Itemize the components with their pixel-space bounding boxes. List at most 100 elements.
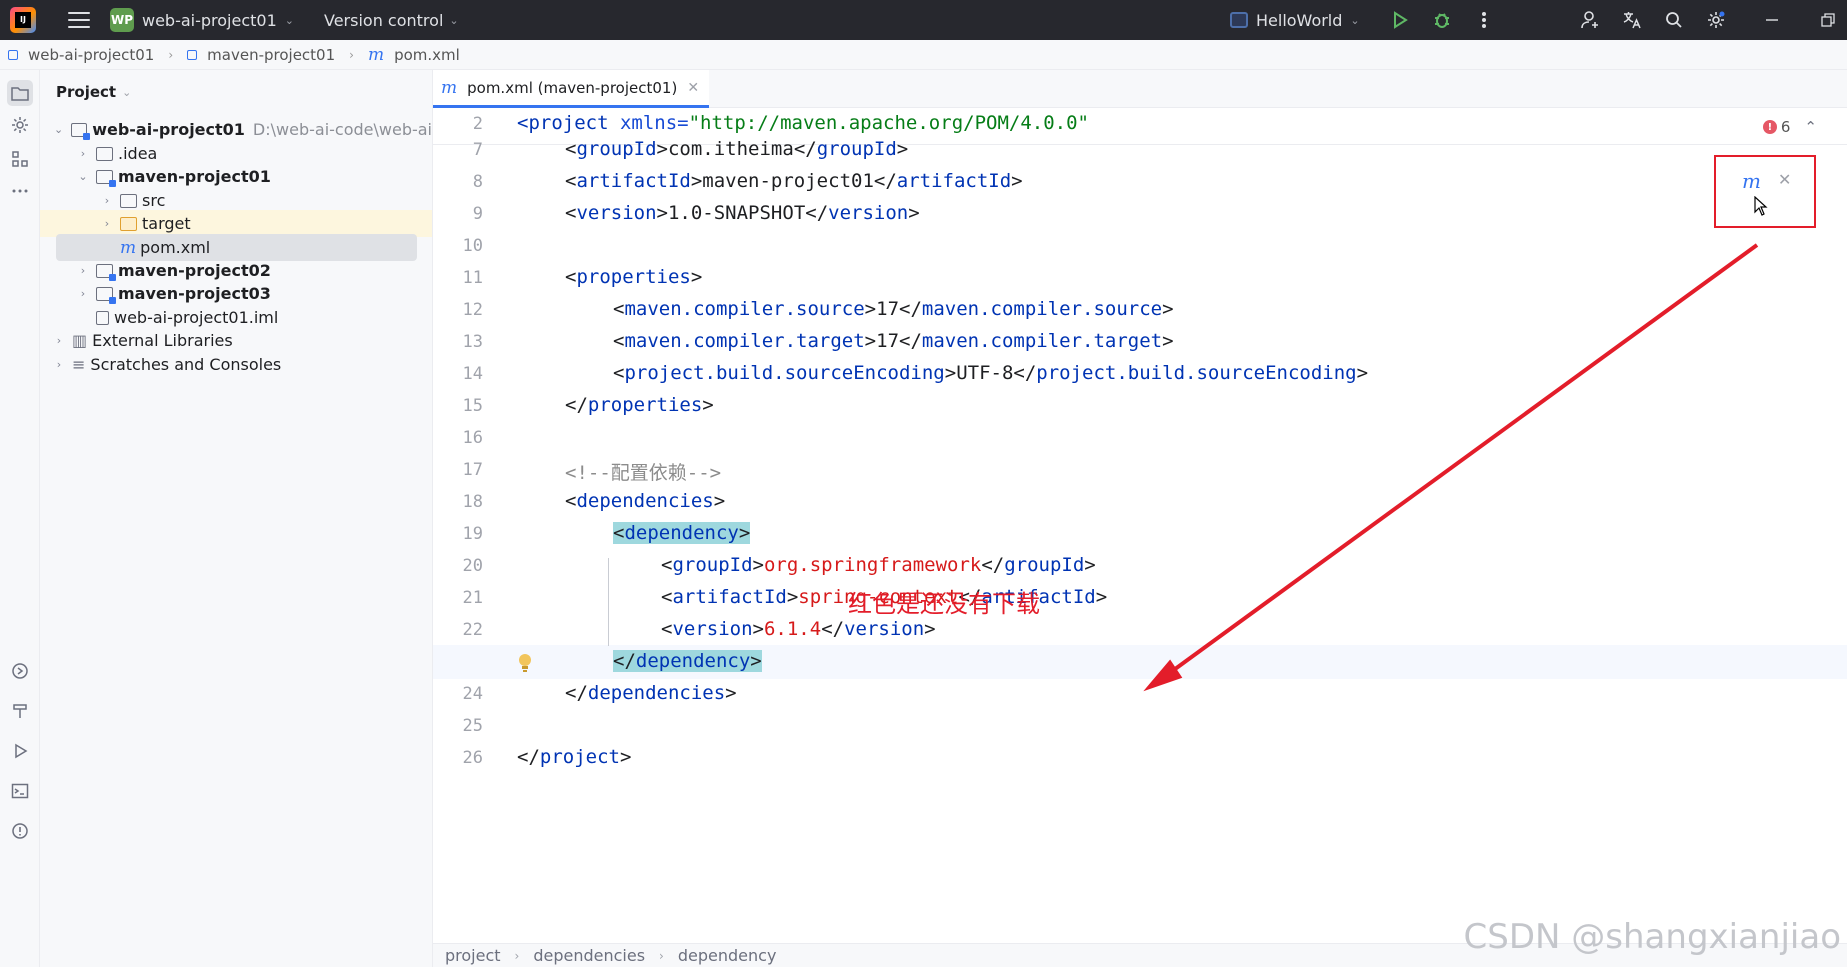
- tree-item-external-libraries[interactable]: › ▥ External Libraries: [40, 327, 432, 354]
- tree-item-label: web-ai-project01: [92, 120, 245, 139]
- more-actions-button[interactable]: [1472, 8, 1496, 32]
- tree-item-path: D:\web-ai-code\web-ai: [252, 120, 432, 139]
- version-control-menu[interactable]: Version control ⌄: [324, 11, 459, 30]
- lightbulb-icon[interactable]: [518, 653, 532, 673]
- close-icon[interactable]: ✕: [1778, 170, 1791, 189]
- project-panel: Project ⌄ ⌄ web-ai-project01 D:\web-ai-c…: [40, 70, 433, 967]
- add-user-button[interactable]: [1578, 8, 1602, 32]
- tree-item-label: Scratches and Consoles: [90, 355, 282, 374]
- chevron-down-icon[interactable]: ⌄: [52, 123, 65, 136]
- plugins-tool-button[interactable]: [7, 658, 33, 684]
- build-tool-button[interactable]: [7, 698, 33, 724]
- chevron-down-icon: ⌄: [122, 85, 132, 99]
- restore-button[interactable]: [1816, 8, 1840, 32]
- terminal-tool-button[interactable]: [7, 778, 33, 804]
- debug-icon: [1435, 13, 1449, 28]
- gear-icon: [12, 117, 28, 133]
- title-bar: IJ WP web-ai-project01 ⌄ Version control…: [0, 0, 1847, 40]
- excluded-folder-icon: [120, 216, 137, 231]
- restore-icon: [1821, 13, 1835, 27]
- chevron-right-icon[interactable]: ›: [100, 217, 114, 230]
- navigation-breadcrumb: web-ai-project01 › maven-project01 › m p…: [0, 40, 1847, 70]
- watermark: CSDN @shangxianjiao: [1463, 917, 1841, 957]
- chevron-down-icon[interactable]: ⌄: [76, 170, 90, 183]
- plugin-icon: [12, 663, 28, 679]
- more-tools-button[interactable]: [7, 178, 33, 204]
- code-line-7: <groupId>com.itheima</groupId>: [565, 138, 909, 160]
- tree-item-root[interactable]: ⌄ web-ai-project01 D:\web-ai-code\web-ai: [40, 116, 432, 143]
- hammer-icon: [13, 704, 27, 718]
- project-tool-button[interactable]: [7, 80, 33, 106]
- folder-icon: [120, 193, 137, 208]
- maven-file-icon: m: [367, 44, 385, 65]
- chevron-right-icon[interactable]: ›: [100, 194, 114, 207]
- code-editor[interactable]: 2 <project xmlns="http://maven.apache.or…: [433, 108, 1847, 943]
- translate-button[interactable]: [1620, 8, 1644, 32]
- scratches-icon: ≡: [72, 355, 86, 374]
- tree-item-maven-project03[interactable]: › maven-project03: [40, 280, 432, 307]
- debug-button[interactable]: [1430, 8, 1454, 32]
- run-tool-button[interactable]: [7, 738, 33, 764]
- structure-tool-button[interactable]: [7, 146, 33, 172]
- code-breadcrumb-item[interactable]: dependency: [678, 946, 777, 965]
- tree-item-target[interactable]: › target: [40, 210, 432, 237]
- chevron-right-icon[interactable]: ›: [76, 264, 90, 277]
- run-icon: [1394, 11, 1408, 29]
- settings-button[interactable]: [1704, 8, 1728, 32]
- search-icon: [1666, 12, 1682, 28]
- search-button[interactable]: [1662, 8, 1686, 32]
- tab-label: pom.xml (maven-project01): [467, 78, 678, 97]
- close-icon[interactable]: ✕: [687, 80, 699, 96]
- breadcrumb-item-file[interactable]: pom.xml: [394, 46, 460, 64]
- version-control-label: Version control: [324, 10, 444, 30]
- code-breadcrumb-item[interactable]: dependencies: [533, 946, 645, 965]
- code-text: <project xmlns="http://maven.apache.org/…: [517, 112, 1089, 134]
- code-line-13: <maven.compiler.target>17</maven.compile…: [613, 330, 1174, 352]
- project-switcher[interactable]: WP web-ai-project01 ⌄: [110, 8, 294, 32]
- run-button[interactable]: [1388, 8, 1412, 32]
- code-line-15: </properties>: [565, 394, 714, 416]
- chevron-right-icon[interactable]: ›: [76, 147, 90, 160]
- services-tool-button[interactable]: [7, 112, 33, 138]
- mouse-cursor-icon: [1754, 196, 1768, 216]
- tree-item-label: maven-project03: [118, 284, 271, 303]
- intellij-logo-icon[interactable]: IJ: [10, 7, 36, 33]
- minimize-button[interactable]: [1760, 8, 1784, 32]
- problems-tool-button[interactable]: [7, 818, 33, 844]
- code-line-19: <dependency>: [613, 522, 751, 544]
- module-folder-icon: [71, 122, 91, 140]
- chevron-right-icon[interactable]: ›: [52, 358, 66, 371]
- gear-icon: [1708, 11, 1725, 28]
- terminal-icon: [11, 783, 29, 799]
- chevron-down-icon: ⌄: [284, 13, 294, 27]
- run-config-selector[interactable]: HelloWorld ⌄: [1230, 0, 1360, 40]
- module-icon: [8, 49, 18, 60]
- tree-item-label: maven-project02: [118, 261, 271, 280]
- tree-item-label: pom.xml: [140, 238, 211, 257]
- project-panel-header[interactable]: Project ⌄: [40, 70, 432, 114]
- maven-reload-icon[interactable]: m: [1742, 169, 1761, 193]
- tree-item-label: target: [142, 214, 191, 233]
- main-menu-icon[interactable]: [68, 12, 90, 28]
- tree-item-scratches[interactable]: › ≡ Scratches and Consoles: [40, 351, 432, 378]
- annotation-text: 红色是还没有下载: [848, 590, 1040, 618]
- left-tool-strip: [0, 70, 40, 967]
- code-line-17: <!--配置依赖-->: [565, 462, 722, 484]
- chevron-right-icon[interactable]: ›: [52, 334, 66, 347]
- tree-item-maven-project01[interactable]: ⌄ maven-project01: [40, 163, 432, 190]
- more-horizontal-icon: [12, 189, 28, 193]
- tree-item-label: maven-project01: [118, 167, 271, 186]
- module-folder-icon: [96, 169, 116, 187]
- iml-file-icon: [96, 310, 109, 325]
- code-breadcrumb-item[interactable]: project: [445, 946, 501, 965]
- module-folder-icon: [96, 286, 116, 304]
- tab-pom-xml[interactable]: m pom.xml (maven-project01) ✕: [433, 70, 710, 108]
- run-config-label: HelloWorld: [1256, 10, 1343, 30]
- tree-item-label: web-ai-project01.iml: [114, 308, 279, 327]
- code-line-24: </dependencies>: [565, 682, 737, 704]
- chevron-right-icon[interactable]: ›: [76, 287, 90, 300]
- breadcrumb-item-project[interactable]: web-ai-project01: [28, 46, 154, 64]
- breadcrumb-item-module[interactable]: maven-project01: [207, 46, 335, 64]
- more-vertical-icon: [1482, 12, 1486, 28]
- project-panel-title: Project: [56, 83, 117, 101]
